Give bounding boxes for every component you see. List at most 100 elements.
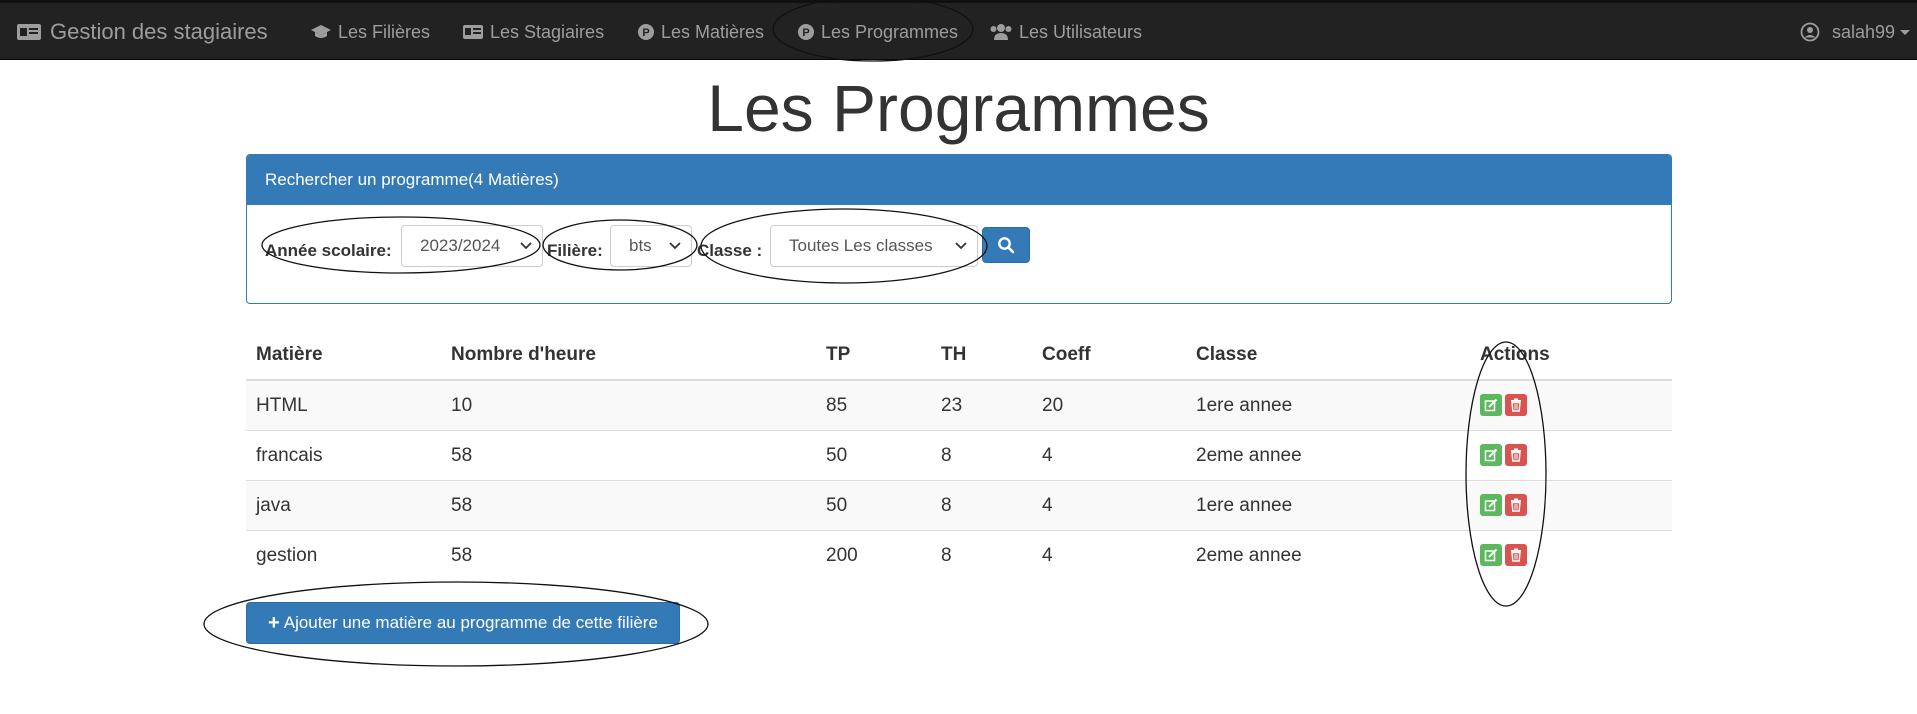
chevron-down-icon — [955, 242, 967, 250]
cell-nombre-heure: 58 — [441, 430, 816, 481]
search-panel-body: Année scolaire: 2023/2024 Filière: bts C… — [247, 205, 1671, 303]
col-header-tp: TP — [816, 330, 931, 381]
brand-link[interactable]: Gestion des stagiaires — [16, 15, 268, 49]
chevron-down-icon — [520, 242, 532, 250]
programmes-table: Matière Nombre d'heure TP TH Coeff Class… — [246, 330, 1672, 580]
classe-label: Classe : — [697, 241, 763, 260]
delete-button[interactable] — [1505, 444, 1527, 467]
cell-tp: 200 — [816, 530, 931, 580]
col-header-th: TH — [931, 330, 1032, 381]
cell-coeff: 4 — [1032, 430, 1186, 481]
trash-icon — [1511, 548, 1521, 563]
delete-button[interactable] — [1505, 394, 1527, 417]
delete-button[interactable] — [1505, 494, 1527, 517]
search-button[interactable] — [982, 227, 1030, 263]
cell-tp: 85 — [816, 379, 931, 431]
edit-icon — [1484, 399, 1498, 412]
filiere-label: Filière: — [547, 241, 603, 260]
page-title: Les Programmes — [707, 71, 1210, 145]
col-header-matiere: Matière — [246, 330, 441, 381]
cell-actions — [1470, 430, 1672, 481]
search-panel: Rechercher un programme(4 Matières) Anné… — [246, 154, 1672, 304]
nav-item-label: Les Stagiaires — [490, 21, 605, 42]
classe-select[interactable]: Toutes Les classes — [770, 225, 978, 267]
cell-classe: 2eme annee — [1186, 530, 1470, 580]
p-circle-icon: P — [638, 24, 654, 40]
cell-matiere: francais — [246, 430, 441, 481]
trash-icon — [1511, 448, 1521, 463]
table-row: francais 58 50 8 4 2eme annee — [246, 430, 1672, 481]
nav-item-utilisateurs[interactable]: Les Utilisateurs — [989, 17, 1142, 47]
nav-item-filieres[interactable]: Les Filières — [310, 17, 430, 47]
svg-text:P: P — [642, 27, 649, 39]
cell-th: 23 — [931, 379, 1032, 431]
filiere-select[interactable]: bts — [610, 225, 692, 267]
nav-item-stagiaires[interactable]: Les Stagiaires — [462, 17, 604, 47]
add-matiere-label: Ajouter une matière au programme de cett… — [283, 613, 658, 632]
cell-matiere: gestion — [246, 530, 441, 580]
edit-icon — [1484, 499, 1498, 512]
classe-value: Toutes Les classes — [789, 236, 933, 255]
id-card-icon — [463, 25, 483, 39]
p-circle-icon: P — [798, 24, 814, 40]
add-matiere-button[interactable]: + Ajouter une matière au programme de ce… — [246, 602, 680, 644]
cell-th: 8 — [931, 530, 1032, 580]
edit-button[interactable] — [1480, 494, 1502, 517]
user-name: salah99 — [1831, 21, 1895, 42]
cell-nombre-heure: 58 — [441, 530, 816, 580]
nav-item-label: Les Filières — [338, 21, 431, 42]
nav-item-label: Les Matières — [661, 21, 765, 42]
edit-button[interactable] — [1480, 444, 1502, 467]
cell-coeff: 4 — [1032, 530, 1186, 580]
edit-icon — [1484, 449, 1498, 462]
table-row: java 58 50 8 4 1ere annee — [246, 480, 1672, 531]
cell-classe: 1ere annee — [1186, 379, 1470, 431]
table-header-row: Matière Nombre d'heure TP TH Coeff Class… — [246, 330, 1672, 381]
chevron-down-icon — [669, 242, 681, 250]
users-icon — [990, 24, 1012, 40]
svg-text:P: P — [802, 27, 809, 39]
edit-button[interactable] — [1480, 394, 1502, 417]
cell-matiere: HTML — [246, 379, 441, 431]
trash-icon — [1511, 498, 1521, 513]
edit-button[interactable] — [1480, 544, 1502, 567]
user-menu[interactable]: salah99 — [1800, 17, 1917, 47]
cell-actions — [1470, 379, 1672, 431]
cell-coeff: 4 — [1032, 480, 1186, 531]
cell-nombre-heure: 10 — [441, 379, 816, 431]
brand-title: Gestion des stagiaires — [50, 19, 268, 44]
cell-actions — [1470, 480, 1672, 531]
cell-classe: 1ere annee — [1186, 480, 1470, 531]
col-header-classe: Classe — [1186, 330, 1470, 381]
nav-item-programmes[interactable]: P Les Programmes — [797, 17, 958, 47]
top-navbar: Gestion des stagiaires Les Filières Les … — [0, 0, 1917, 60]
nav-item-label: Les Programmes — [821, 21, 959, 42]
delete-button[interactable] — [1505, 544, 1527, 567]
table-row: gestion 58 200 8 4 2eme annee — [246, 530, 1672, 580]
trash-icon — [1511, 398, 1521, 413]
annee-scolaire-value: 2023/2024 — [420, 236, 501, 255]
col-header-actions: Actions — [1470, 330, 1672, 381]
caret-down-icon — [1900, 30, 1910, 35]
cell-classe: 2eme annee — [1186, 430, 1470, 481]
nav-item-matieres[interactable]: P Les Matières — [637, 17, 764, 47]
annee-scolaire-label: Année scolaire: — [265, 241, 392, 260]
edit-icon — [1484, 549, 1498, 562]
cell-tp: 50 — [816, 430, 931, 481]
graduation-cap-icon — [311, 25, 331, 38]
user-circle-icon — [1800, 22, 1820, 42]
col-header-coeff: Coeff — [1032, 330, 1186, 381]
col-header-nombre-heure: Nombre d'heure — [441, 330, 816, 381]
cell-nombre-heure: 58 — [441, 480, 816, 531]
cell-coeff: 20 — [1032, 379, 1186, 431]
cell-th: 8 — [931, 480, 1032, 531]
nav-item-label: Les Utilisateurs — [1019, 21, 1143, 42]
table-row: HTML 10 85 23 20 1ere annee — [246, 379, 1672, 431]
cell-th: 8 — [931, 430, 1032, 481]
id-card-icon — [17, 24, 41, 40]
annee-scolaire-select[interactable]: 2023/2024 — [401, 225, 543, 267]
cell-matiere: java — [246, 480, 441, 531]
cell-tp: 50 — [816, 480, 931, 531]
search-panel-heading: Rechercher un programme(4 Matières) — [247, 155, 1671, 205]
plus-icon: + — [268, 611, 280, 634]
